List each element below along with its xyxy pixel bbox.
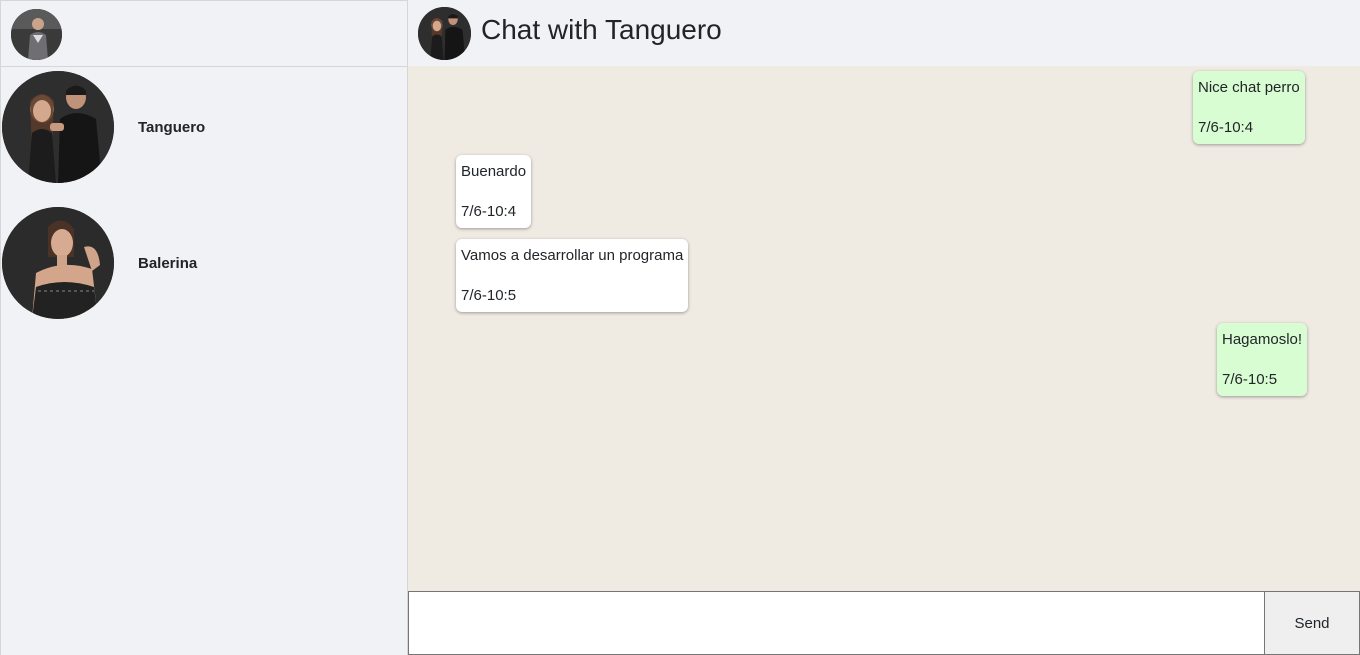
- message-timestamp: 7/6-10:5: [461, 287, 517, 304]
- message-text: Hagamoslo!: [1222, 331, 1303, 348]
- message-composer: Send: [408, 591, 1360, 655]
- message-bubble-incoming: Buenardo 7/6-10:4: [456, 155, 532, 228]
- contact-avatar: [2, 71, 114, 183]
- chat-header: Chat with Tanguero: [408, 0, 1360, 66]
- message-timestamp: 7/6-10:4: [1198, 119, 1254, 136]
- message-bubble-incoming: Vamos a desarrollar un programa 7/6-10:5: [456, 239, 689, 312]
- contact-name: Tanguero: [138, 119, 206, 136]
- message-text: Buenardo: [461, 163, 527, 180]
- message-input[interactable]: [408, 591, 1265, 655]
- chat-contact-avatar[interactable]: [418, 7, 471, 60]
- message-timestamp: 7/6-10:5: [1222, 371, 1278, 388]
- chat-title: Chat with Tanguero: [481, 14, 722, 45]
- sidebar-header: [1, 0, 407, 67]
- message-bubble-outgoing: Nice chat perro 7/6-10:4: [1193, 71, 1305, 144]
- send-button[interactable]: Send: [1265, 591, 1360, 655]
- contact-avatar: [2, 207, 114, 319]
- message-text: Nice chat perro: [1198, 79, 1300, 96]
- contacts-sidebar: Tanguero Balerina: [0, 0, 408, 655]
- user-avatar[interactable]: [11, 9, 62, 60]
- contact-item-balerina[interactable]: Balerina: [1, 203, 407, 339]
- contact-item-tanguero[interactable]: Tanguero: [1, 67, 407, 203]
- chat-panel: Chat with Tanguero Nice chat perro 7/6-1…: [408, 0, 1360, 655]
- message-bubble-outgoing: Hagamoslo! 7/6-10:5: [1217, 323, 1308, 396]
- contact-name: Balerina: [138, 255, 198, 272]
- message-list[interactable]: Nice chat perro 7/6-10:4 Buenardo 7/6-10…: [408, 66, 1360, 591]
- message-timestamp: 7/6-10:4: [461, 203, 517, 220]
- message-text: Vamos a desarrollar un programa: [461, 247, 684, 264]
